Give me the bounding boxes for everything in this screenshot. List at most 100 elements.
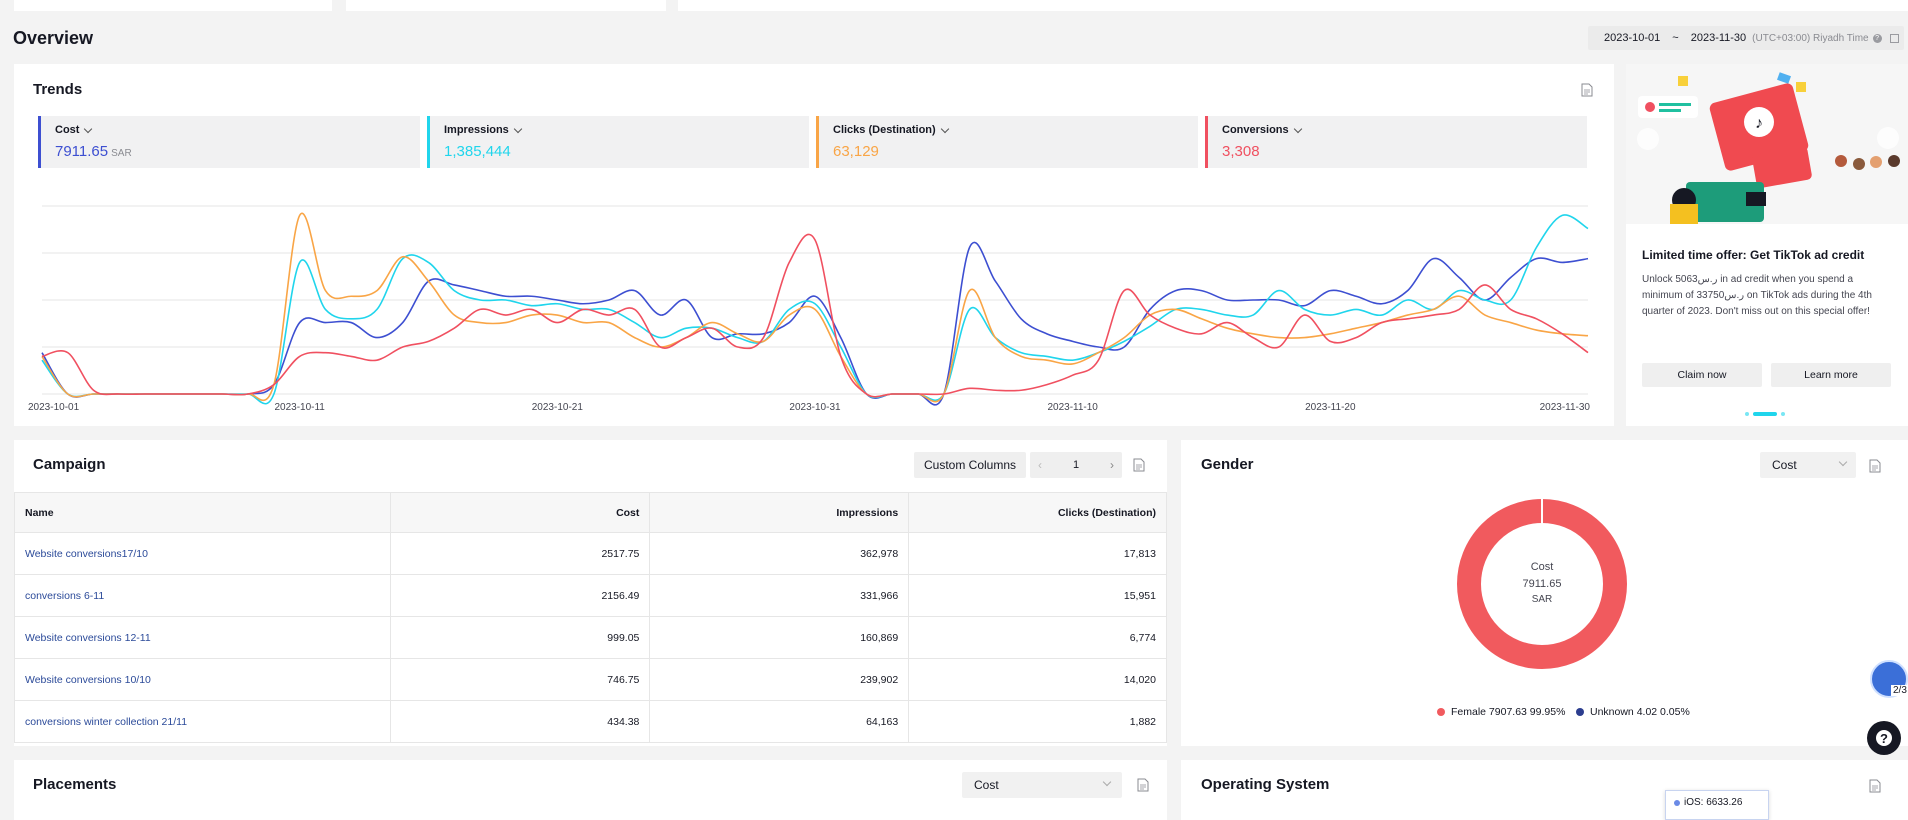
promo-title: Limited time offer: Get TikTok ad credit — [1642, 248, 1865, 262]
help-button[interactable]: ? — [1867, 721, 1901, 755]
timezone-label: (UTC+03:00) Riyadh Time — [1752, 32, 1869, 44]
cell-clicks: 14,020 — [908, 658, 1167, 701]
trend-chart: 2023-10-01 2023-10-11 2023-10-21 2023-10-31… — [28, 205, 1591, 413]
svg-text:♪: ♪ — [1755, 115, 1763, 132]
carousel-dot-active[interactable] — [1753, 412, 1777, 416]
trends-title: Trends — [33, 81, 83, 98]
gender-metric-select[interactable]: Cost — [1760, 452, 1856, 478]
metric-clicks[interactable]: Clicks (Destination) 63,129 — [816, 116, 1198, 168]
cell-impressions: 239,902 — [649, 658, 910, 701]
page-number[interactable]: 1 — [1073, 459, 1079, 471]
metric-value: 63,129 — [833, 143, 879, 160]
legend-dot — [1674, 800, 1680, 806]
x-tick-label: 2023-11-30 — [1540, 402, 1591, 413]
gender-donut: Cost 7911.65 SAR — [1457, 498, 1627, 669]
campaign-table: Name Cost Impressions Clicks (Destinatio… — [14, 492, 1167, 743]
metric-label: Conversions — [1222, 124, 1289, 136]
date-start: 2023-10-01 — [1604, 32, 1661, 44]
cell-cost: 2156.49 — [389, 574, 651, 617]
metric-impressions[interactable]: Impressions 1,385,444 — [427, 116, 809, 168]
top-card-1 — [14, 0, 332, 11]
cell-clicks: 6,774 — [908, 616, 1167, 659]
next-page-icon[interactable]: › — [1110, 458, 1114, 472]
top-card-2 — [346, 0, 666, 11]
column-header-clicks[interactable]: Clicks (Destination) — [908, 492, 1167, 533]
metric-value: 7911.65 — [55, 143, 109, 160]
date-end: 2023-11-30 — [1690, 32, 1747, 44]
donut-center-label: Cost — [1531, 561, 1554, 573]
placements-metric-select[interactable]: Cost — [962, 772, 1122, 798]
floating-page-widget[interactable]: 2/3 — [1870, 660, 1908, 698]
x-tick-label: 2023-10-31 — [789, 402, 841, 413]
series-line-cost[interactable] — [41, 241, 1589, 406]
learn-more-button[interactable]: Learn more — [1771, 363, 1891, 387]
cell-impressions: 331,966 — [649, 574, 910, 617]
column-header-cost[interactable]: Cost — [389, 492, 651, 533]
page-counter: 2/3 — [1891, 685, 1908, 696]
pagination: ‹ 1 › — [1030, 452, 1122, 478]
help-icon: ? — [1876, 730, 1892, 746]
metric-value: 3,308 — [1222, 143, 1260, 160]
metric-conversions[interactable]: Conversions 3,308 — [1205, 116, 1587, 168]
metric-unit: SAR — [111, 148, 132, 159]
campaign-title: Campaign — [33, 456, 106, 473]
export-icon[interactable] — [1581, 83, 1593, 97]
legend-unknown[interactable]: Unknown 4.02 0.05% — [1576, 706, 1690, 718]
campaign-name-link[interactable]: Website conversions 12-11 — [14, 616, 391, 659]
x-tick-label: 2023-10-01 — [28, 402, 80, 413]
chevron-down-icon — [1102, 777, 1112, 787]
metric-label: Impressions — [444, 124, 509, 136]
column-header-impressions[interactable]: Impressions — [649, 492, 910, 533]
donut-center-unit: SAR — [1532, 594, 1553, 605]
series-line-conversions[interactable] — [41, 233, 1589, 398]
x-tick-label: 2023-10-11 — [274, 402, 325, 413]
top-card-3 — [678, 0, 1908, 11]
prev-page-icon[interactable]: ‹ — [1038, 458, 1042, 472]
cell-cost: 2517.75 — [389, 532, 651, 575]
cell-impressions: 362,978 — [649, 532, 910, 575]
help-icon: ? — [1872, 33, 1882, 43]
promo-illustration: ♪ — [1626, 64, 1908, 224]
cell-clicks: 17,813 — [908, 532, 1167, 575]
metric-label: Clicks (Destination) — [833, 124, 936, 136]
cell-clicks: 1,882 — [908, 700, 1167, 743]
chevron-down-icon — [1293, 124, 1302, 133]
tooltip-text: iOS: 6633.26 — [1684, 797, 1743, 808]
table-header-row: Name Cost Impressions Clicks (Destinatio… — [14, 492, 1167, 533]
metric-value: 1,385,444 — [444, 143, 511, 160]
cell-cost: 746.75 — [389, 658, 651, 701]
campaign-name-link[interactable]: conversions winter collection 21/11 — [14, 700, 391, 743]
table-row: conversions winter collection 21/11 434.… — [14, 700, 1167, 743]
date-separator: ~ — [1672, 32, 1679, 44]
table-row: conversions 6-11 2156.49 331,966 15,951 — [14, 574, 1167, 617]
custom-columns-button[interactable]: Custom Columns — [914, 452, 1026, 478]
x-tick-label: 2023-10-21 — [532, 402, 584, 413]
select-value: Cost — [1772, 458, 1797, 472]
export-icon[interactable] — [1133, 458, 1145, 472]
claim-now-button[interactable]: Claim now — [1642, 363, 1762, 387]
table-row: Website conversions17/10 2517.75 362,978… — [14, 532, 1167, 575]
cell-impressions: 160,869 — [649, 616, 910, 659]
calendar-icon — [1889, 33, 1899, 43]
cell-cost: 999.05 — [389, 616, 651, 659]
legend-label: Female 7907.63 99.95% — [1451, 706, 1566, 718]
gender-title: Gender — [1201, 456, 1254, 473]
campaign-name-link[interactable]: conversions 6-11 — [14, 574, 391, 617]
promo-card: ♪ Limited time offer: Get TikTok ad cred… — [1626, 64, 1908, 426]
export-icon[interactable] — [1869, 459, 1881, 473]
export-icon[interactable] — [1137, 778, 1149, 792]
column-header-name[interactable]: Name — [14, 492, 391, 533]
cell-clicks: 15,951 — [908, 574, 1167, 617]
promo-description: Unlock 5063ر.س in ad credit when you spe… — [1642, 274, 1872, 317]
legend-label: Unknown 4.02 0.05% — [1590, 706, 1690, 718]
campaign-name-link[interactable]: Website conversions17/10 — [14, 532, 391, 575]
table-row: Website conversions 12-11 999.05 160,869… — [14, 616, 1167, 659]
carousel-dot[interactable] — [1781, 412, 1785, 416]
date-range-picker[interactable]: 2023-10-01 ~ 2023-11-30 (UTC+03:00) Riya… — [1588, 26, 1904, 50]
campaign-name-link[interactable]: Website conversions 10/10 — [14, 658, 391, 701]
export-icon[interactable] — [1869, 779, 1881, 793]
metric-cost[interactable]: Cost 7911.65 SAR — [38, 116, 420, 168]
legend-female[interactable]: Female 7907.63 99.95% — [1437, 706, 1565, 718]
carousel-dot[interactable] — [1745, 412, 1749, 416]
placements-title: Placements — [33, 776, 117, 793]
